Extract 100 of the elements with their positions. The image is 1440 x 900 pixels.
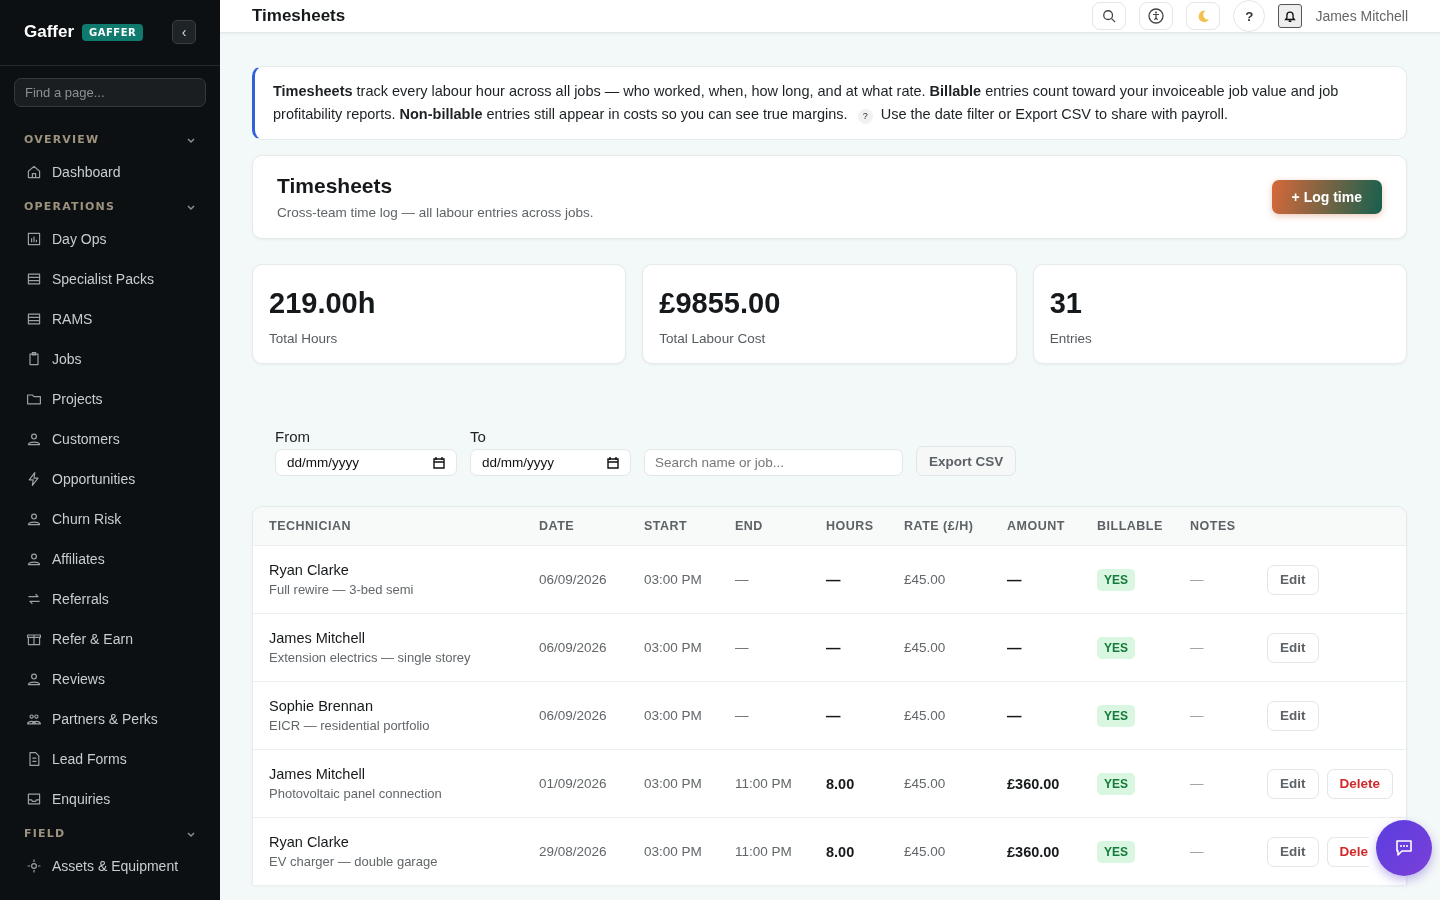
technician-name: James Mitchell [269, 630, 366, 646]
sidebar-item[interactable]: Dashboard [0, 152, 220, 192]
nav-icon [26, 471, 42, 487]
date-field[interactable]: dd/mm/yyyy [275, 449, 457, 476]
nav-icon [26, 751, 42, 767]
sidebar-item[interactable]: Enquiries [0, 779, 220, 819]
sidebar-item[interactable]: Projects [0, 379, 220, 419]
table-cell-text: — [1190, 572, 1205, 587]
table-cell-text: — [1190, 708, 1205, 723]
section-heading: Timesheets [277, 174, 394, 198]
date-field[interactable]: dd/mm/yyyy [470, 449, 631, 476]
calendar-icon [607, 456, 619, 469]
sidebar-item[interactable]: Opportunities [0, 459, 220, 499]
sidebar-item[interactable]: Assets & Equipment [0, 846, 220, 886]
info-text: Timesheets track every labour hour across all jobs — who worked, when, how long, and at what rate. Billable entries count toward your invoiceable job value and job profitability reports. Non-billable entries still appear in costs so you can see true margins. ? Use the date filter or Export CSV to share with payroll. [273, 82, 1340, 126]
notifications-button[interactable] [1278, 4, 1303, 28]
export-button[interactable]: Export CSV [916, 446, 1017, 476]
table-cell-text: 29/08/2026 [539, 844, 608, 859]
table-cell-text: £45.00 [904, 844, 947, 859]
nav-icon [26, 591, 42, 607]
column-header: DATE [539, 519, 576, 533]
table-cell-text: — [735, 572, 750, 587]
technician-name: James Mitchell [269, 766, 366, 782]
column-header: START [644, 519, 689, 533]
section-subtitle: Cross-team time log — all labour entries across jobs. [277, 205, 594, 220]
stat-label: Total Hours [269, 331, 339, 346]
nav-icon [26, 231, 42, 247]
edit-button[interactable]: Edit [1267, 632, 1319, 663]
nav-icon [26, 791, 42, 807]
table-cell-text: 8.00 [826, 843, 856, 860]
log-time-button[interactable]: + Log time [1271, 180, 1382, 214]
edit-button[interactable]: Edit [1267, 564, 1319, 595]
table-cell-text: 06/09/2026 [539, 640, 608, 655]
user-name[interactable]: James Mitchell [1315, 8, 1408, 24]
accessibility-button[interactable] [1139, 2, 1174, 30]
table-cell-text: 11:00 PM [735, 776, 793, 791]
table-cell-text: £45.00 [904, 708, 947, 723]
page-title: Timesheets [252, 6, 346, 26]
billable-badge: YES [1097, 568, 1135, 591]
technician-name: Ryan Clarke [269, 562, 350, 578]
table-cell-text: £360.00 [1007, 775, 1061, 792]
sidebar-item[interactable]: Lead Forms [0, 739, 220, 779]
table-cell-text: — [735, 640, 750, 655]
sidebar-item[interactable]: Churn Risk [0, 499, 220, 539]
sidebar-item[interactable]: Refer & Earn [0, 619, 220, 659]
edit-button[interactable]: Edit [1267, 700, 1319, 731]
table-cell-text: 03:00 PM [644, 776, 703, 791]
column-header: RATE (£/H) [904, 519, 975, 533]
column-header: NOTES [1190, 519, 1237, 533]
sidebar-item[interactable]: Reviews [0, 659, 220, 699]
section-title: OPERATIONS [24, 200, 116, 213]
table-cell-text: £360.00 [1007, 843, 1061, 860]
search-field[interactable]: Find a page... [14, 78, 206, 107]
sidebar-item[interactable]: Affiliates [0, 539, 220, 579]
sidebar-item[interactable]: Partners & Perks [0, 699, 220, 739]
table-cell-text: £45.00 [904, 572, 947, 587]
table-cell-text: — [826, 571, 842, 588]
delete-button[interactable]: Dele [1326, 836, 1370, 867]
table-cell-text: — [826, 707, 842, 724]
job-name: Photovoltaic panel connection [269, 786, 443, 801]
table-cell-text: — [735, 708, 750, 723]
section-title: FIELD [24, 827, 66, 840]
section-title: OVERVIEW [24, 133, 100, 146]
search-icon [1102, 9, 1117, 23]
billable-badge: YES [1097, 636, 1135, 659]
edit-button[interactable]: Edit [1267, 768, 1319, 799]
billable-badge: YES [1097, 704, 1135, 727]
nav-icon [26, 631, 42, 647]
collapse-button[interactable]: ‹ [172, 20, 196, 44]
help-button[interactable]: ? [1233, 0, 1266, 32]
column-header: END [735, 519, 764, 533]
search-button[interactable] [1092, 2, 1127, 30]
brand-badge: GAFFER [82, 23, 144, 41]
table-cell-text: 03:00 PM [644, 844, 703, 859]
nav-icon [26, 511, 42, 527]
nav-icon [26, 351, 42, 367]
bell-icon [1283, 9, 1298, 23]
edit-button[interactable]: Edit [1267, 836, 1319, 867]
table-cell-text: — [1190, 776, 1205, 791]
table-cell-text: 03:00 PM [644, 640, 703, 655]
sidebar-item[interactable]: Specialist Packs [0, 259, 220, 299]
calendar-icon [433, 456, 445, 469]
table-cell-text: — [826, 639, 842, 656]
delete-button[interactable]: Delete [1326, 768, 1394, 799]
column-header: TECHNICIAN [269, 519, 353, 533]
table-cell-text: — [1190, 640, 1205, 655]
nav-icon [26, 711, 42, 727]
sidebar-item[interactable]: Customers [0, 419, 220, 459]
chat-button[interactable] [1376, 820, 1432, 876]
technician-name: Sophie Brennan [269, 698, 374, 714]
sidebar-item[interactable]: RAMS [0, 299, 220, 339]
table-cell-text: £45.00 [904, 640, 947, 655]
table-cell-text: — [1007, 639, 1023, 656]
column-header: BILLABLE [1097, 519, 1164, 533]
sidebar-item[interactable]: Jobs [0, 339, 220, 379]
table-cell-text: £45.00 [904, 776, 947, 791]
sidebar-item[interactable]: Day Ops [0, 219, 220, 259]
sidebar-item[interactable]: Referrals [0, 579, 220, 619]
job-name: EV charger — double garage [269, 854, 439, 869]
job-name: Full rewire — 3-bed semi [269, 582, 415, 597]
